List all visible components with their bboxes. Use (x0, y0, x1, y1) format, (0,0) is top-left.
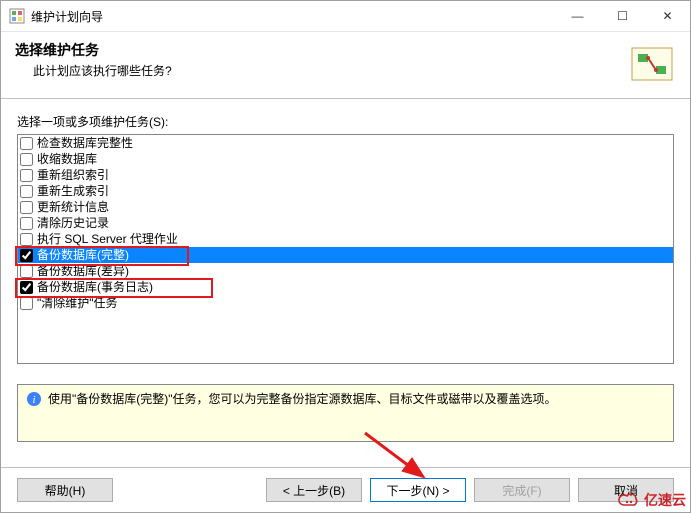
wizard-footer: 帮助(H) < 上一步(B) 下一步(N) > 完成(F) 取消 (1, 467, 690, 512)
watermark: 亿速云 (618, 490, 686, 510)
task-checkbox[interactable] (20, 137, 33, 150)
task-list[interactable]: 检查数据库完整性收缩数据库重新组织索引重新生成索引更新统计信息清除历史记录执行 … (17, 134, 674, 364)
page-title: 选择维护任务 (15, 40, 628, 60)
maximize-button[interactable]: ☐ (600, 1, 645, 31)
task-label: 重新生成索引 (37, 183, 109, 199)
title-bar: 维护计划向导 — ☐ ✕ (1, 1, 690, 32)
task-checkbox[interactable] (20, 169, 33, 182)
task-checkbox[interactable] (20, 233, 33, 246)
task-item[interactable]: 重新组织索引 (18, 167, 673, 183)
task-label: "清除维护"任务 (37, 295, 118, 311)
info-icon: i (26, 391, 42, 407)
task-label: 检查数据库完整性 (37, 135, 133, 151)
window-controls: — ☐ ✕ (555, 1, 690, 31)
task-checkbox[interactable] (20, 265, 33, 278)
wizard-header: 选择维护任务 此计划应该执行哪些任务? (1, 32, 690, 99)
wizard-body: 选择一项或多项维护任务(S): 检查数据库完整性收缩数据库重新组织索引重新生成索… (1, 99, 690, 467)
svg-text:i: i (32, 394, 35, 406)
description-panel: i 使用"备份数据库(完整)"任务，您可以为完整备份指定源数据库、目标文件或磁带… (17, 384, 674, 442)
task-item[interactable]: 更新统计信息 (18, 199, 673, 215)
task-checkbox[interactable] (20, 217, 33, 230)
page-subtitle: 此计划应该执行哪些任务? (33, 62, 628, 79)
task-checkbox[interactable] (20, 185, 33, 198)
back-button[interactable]: < 上一步(B) (266, 478, 362, 502)
task-item[interactable]: 清除历史记录 (18, 215, 673, 231)
task-item[interactable]: 重新生成索引 (18, 183, 673, 199)
task-checkbox[interactable] (20, 297, 33, 310)
task-item[interactable]: 收缩数据库 (18, 151, 673, 167)
task-checkbox[interactable] (20, 153, 33, 166)
window-title: 维护计划向导 (31, 8, 555, 25)
task-item[interactable]: "清除维护"任务 (18, 295, 673, 311)
task-label: 备份数据库(事务日志) (37, 279, 153, 295)
task-item[interactable]: 检查数据库完整性 (18, 135, 673, 151)
wizard-icon (628, 40, 676, 88)
task-checkbox[interactable] (20, 281, 33, 294)
task-item[interactable]: 备份数据库(事务日志) (18, 279, 673, 295)
close-button[interactable]: ✕ (645, 1, 690, 31)
finish-button[interactable]: 完成(F) (474, 478, 570, 502)
task-label: 备份数据库(完整) (37, 247, 129, 263)
watermark-text: 亿速云 (644, 490, 686, 510)
task-checkbox[interactable] (20, 201, 33, 214)
task-list-label: 选择一项或多项维护任务(S): (17, 113, 674, 130)
task-item[interactable]: 备份数据库(完整) (18, 247, 673, 263)
wizard-window: 维护计划向导 — ☐ ✕ 选择维护任务 此计划应该执行哪些任务? 选择一项或多项… (0, 0, 691, 513)
task-label: 更新统计信息 (37, 199, 109, 215)
task-label: 清除历史记录 (37, 215, 109, 231)
task-label: 备份数据库(差异) (37, 263, 129, 279)
help-button[interactable]: 帮助(H) (17, 478, 113, 502)
task-item[interactable]: 执行 SQL Server 代理作业 (18, 231, 673, 247)
task-item[interactable]: 备份数据库(差异) (18, 263, 673, 279)
task-checkbox[interactable] (20, 249, 33, 262)
task-label: 重新组织索引 (37, 167, 109, 183)
minimize-button[interactable]: — (555, 1, 600, 31)
app-icon (9, 8, 25, 24)
task-label: 收缩数据库 (37, 151, 97, 167)
description-text: 使用"备份数据库(完整)"任务，您可以为完整备份指定源数据库、目标文件或磁带以及… (48, 391, 557, 407)
next-button[interactable]: 下一步(N) > (370, 478, 466, 502)
task-label: 执行 SQL Server 代理作业 (37, 231, 178, 247)
